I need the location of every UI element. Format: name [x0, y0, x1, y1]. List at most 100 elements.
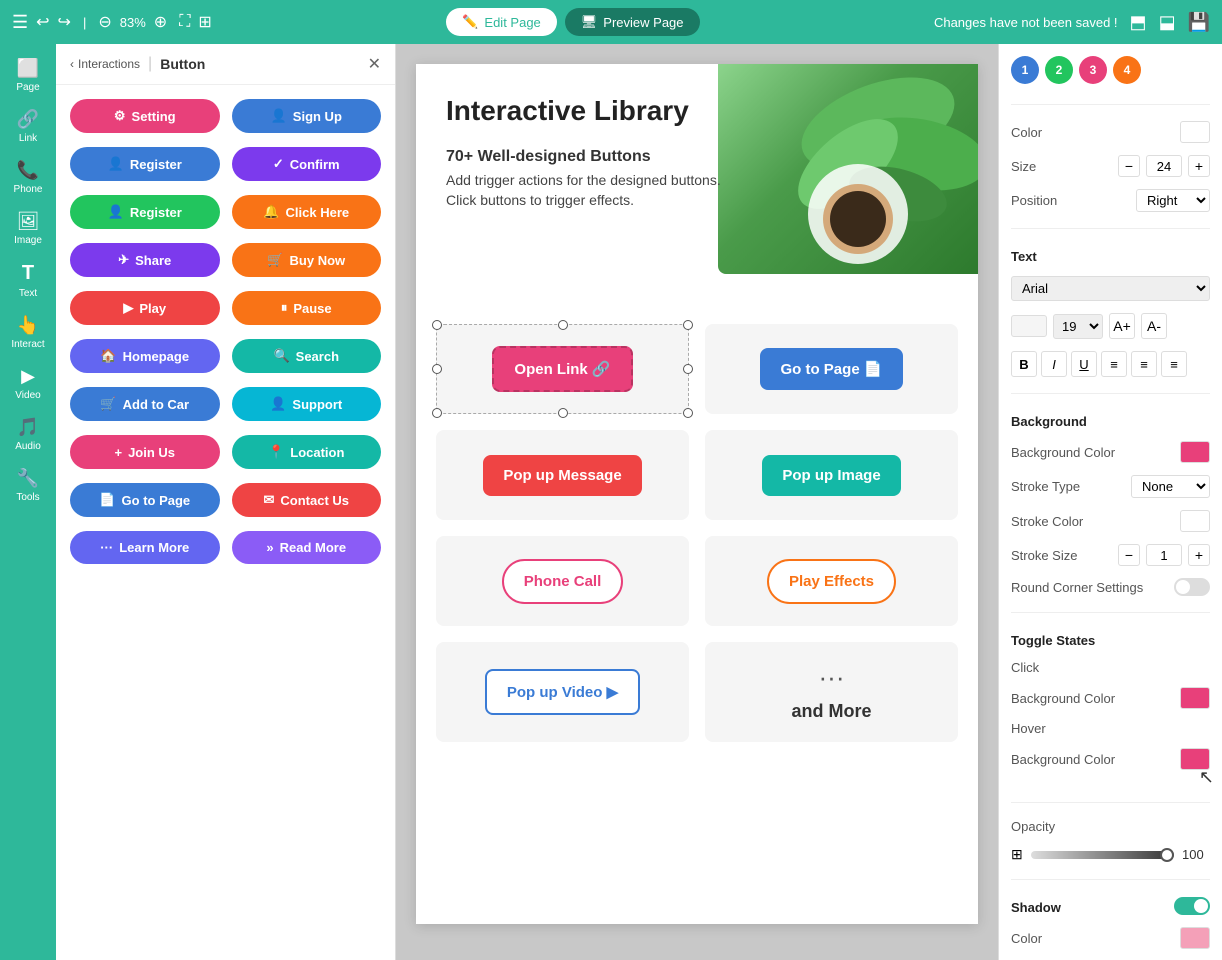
- avatar-2: 2: [1045, 56, 1073, 84]
- preview-page-button[interactable]: 🖥 Preview Page: [565, 8, 700, 36]
- bold-button[interactable]: B: [1011, 351, 1037, 377]
- stroke-increase-button[interactable]: +: [1188, 544, 1210, 566]
- sign-up-button[interactable]: 👤 Sign Up: [232, 99, 382, 133]
- panel-close-button[interactable]: ✕: [368, 54, 381, 74]
- size-decrease-button[interactable]: −: [1118, 155, 1140, 177]
- register-button-1[interactable]: 👤 Register: [70, 147, 220, 181]
- sidebar-item-interact[interactable]: 👆 Interact: [3, 309, 53, 356]
- opacity-knob[interactable]: [1160, 848, 1174, 862]
- sidebar-item-link[interactable]: 🔗 Link: [3, 103, 53, 150]
- shadow-toggle[interactable]: [1174, 897, 1210, 915]
- panel-btn-row-8: + Join Us 📍 Location: [70, 435, 381, 469]
- divider-6: [1011, 879, 1210, 880]
- dots-icon: ···: [819, 662, 845, 693]
- search-button[interactable]: 🔍 Search: [232, 339, 382, 373]
- panel-button-list: ⚙ Setting 👤 Sign Up 👤 Register ✓ Confirm…: [56, 85, 395, 960]
- zoom-in-icon[interactable]: ⊕: [154, 12, 167, 32]
- join-us-button[interactable]: + Join Us: [70, 435, 220, 469]
- bg-color-swatch[interactable]: [1180, 441, 1210, 463]
- opacity-slider-row: ⊞ 100: [1011, 846, 1210, 863]
- stroke-size-input[interactable]: [1146, 544, 1182, 566]
- font-increase-button[interactable]: A+: [1109, 313, 1135, 339]
- hamburger-icon[interactable]: ☰: [12, 12, 28, 33]
- divider-1: [1011, 104, 1210, 105]
- read-more-button[interactable]: » Read More: [232, 531, 382, 564]
- homepage-button[interactable]: 🏠 Homepage: [70, 339, 220, 373]
- click-here-button[interactable]: 🔔 Click Here: [232, 195, 382, 229]
- stroke-color-swatch[interactable]: [1180, 510, 1210, 532]
- font-size-select[interactable]: 19 18 20: [1053, 314, 1103, 339]
- play-effects-canvas-button[interactable]: Play Effects: [767, 559, 896, 604]
- popup-video-canvas-button[interactable]: Pop up Video ▶: [485, 669, 640, 715]
- contact-us-button[interactable]: ✉ Contact Us: [232, 483, 382, 517]
- layout-icon[interactable]: ⊞: [198, 12, 211, 32]
- sidebar-item-tools[interactable]: 🔧 Tools: [3, 462, 53, 509]
- popup-image-canvas-button[interactable]: Pop up Image: [762, 455, 900, 496]
- underline-button[interactable]: U: [1071, 351, 1097, 377]
- shadow-color-swatch[interactable]: [1180, 927, 1210, 949]
- play-button[interactable]: ▶ Play: [70, 291, 220, 325]
- opacity-row-label: Opacity: [1011, 819, 1210, 834]
- goto-page-cell: Go to Page 📄: [705, 324, 958, 414]
- color-swatch[interactable]: [1180, 121, 1210, 143]
- buy-now-button[interactable]: 🛒 Buy Now: [232, 243, 382, 277]
- align-center-button[interactable]: ≡: [1131, 351, 1157, 377]
- stroke-decrease-button[interactable]: −: [1118, 544, 1140, 566]
- panel-btn-row-1: ⚙ Setting 👤 Sign Up: [70, 99, 381, 133]
- goto-page-canvas-button[interactable]: Go to Page 📄: [760, 348, 902, 390]
- setting-button[interactable]: ⚙ Setting: [70, 99, 220, 133]
- redo-button[interactable]: ↪: [58, 12, 71, 32]
- font-row: Arial Helvetica: [1011, 276, 1210, 301]
- hover-label: Hover: [1011, 721, 1210, 736]
- share-button[interactable]: ✈ Share: [70, 243, 220, 277]
- canvas-page[interactable]: Interactive Library 70+ Well-designed Bu…: [416, 64, 978, 924]
- size-increase-button[interactable]: +: [1188, 155, 1210, 177]
- sidebar-item-phone[interactable]: 📞 Phone: [3, 154, 53, 201]
- size-row: Size − +: [1011, 155, 1210, 177]
- add-to-cart-button[interactable]: 🛒 Add to Car: [70, 387, 220, 421]
- align-right-button[interactable]: ≡: [1161, 351, 1187, 377]
- edit-page-button[interactable]: ✏️ Edit Page: [446, 8, 557, 36]
- learn-more-button[interactable]: ··· Learn More: [70, 531, 220, 564]
- sidebar-item-page[interactable]: ⬜ Page: [3, 52, 53, 99]
- fullscreen-icon[interactable]: ⛶: [179, 13, 190, 31]
- go-to-page-button[interactable]: 📄 Go to Page: [70, 483, 220, 517]
- size-input[interactable]: [1146, 155, 1182, 177]
- pause-button[interactable]: ⏸ Pause: [232, 291, 382, 325]
- right-panel: 1 2 3 4 Color Size − + Position Right Le…: [998, 44, 1222, 960]
- confirm-button[interactable]: ✓ Confirm: [232, 147, 382, 181]
- click-bg-color-row: Background Color: [1011, 687, 1210, 709]
- canvas-area: Interactive Library 70+ Well-designed Bu…: [396, 44, 998, 960]
- zoom-out-icon[interactable]: ⊖: [98, 12, 111, 32]
- panel-back-button[interactable]: ‹ Interactions: [70, 57, 140, 71]
- popup-message-canvas-button[interactable]: Pop up Message: [483, 455, 641, 496]
- sidebar-item-text[interactable]: T Text: [3, 256, 53, 305]
- export-icon[interactable]: ⬓: [1159, 12, 1176, 33]
- divider-4: [1011, 612, 1210, 613]
- italic-button[interactable]: I: [1041, 351, 1067, 377]
- sidebar-item-audio[interactable]: 🎵 Audio: [3, 411, 53, 458]
- font-family-select[interactable]: Arial Helvetica: [1011, 276, 1210, 301]
- panel-btn-row-2: 👤 Register ✓ Confirm: [70, 147, 381, 181]
- sidebar-item-video[interactable]: ▶ Video: [3, 360, 53, 407]
- share-icon[interactable]: ⬒: [1130, 12, 1147, 33]
- undo-button[interactable]: ↩: [36, 12, 49, 32]
- open-link-canvas-button[interactable]: Open Link 🔗: [492, 346, 632, 392]
- save-icon[interactable]: 💾: [1188, 12, 1210, 33]
- opacity-track[interactable]: [1031, 851, 1174, 859]
- register-button-2[interactable]: 👤 Register: [70, 195, 220, 229]
- location-button[interactable]: 📍 Location: [232, 435, 382, 469]
- support-button[interactable]: 👤 Support: [232, 387, 382, 421]
- click-bg-swatch[interactable]: [1180, 687, 1210, 709]
- panel-btn-row-6: 🏠 Homepage 🔍 Search: [70, 339, 381, 373]
- phone-call-canvas-button[interactable]: Phone Call: [502, 559, 624, 604]
- round-corner-toggle[interactable]: [1174, 578, 1210, 596]
- opacity-value: 100: [1182, 847, 1210, 862]
- position-select[interactable]: Right Left Center: [1136, 189, 1210, 212]
- font-color-swatch[interactable]: [1011, 315, 1047, 337]
- stroke-type-select[interactable]: None Solid Dashed: [1131, 475, 1210, 498]
- position-label: Position: [1011, 193, 1057, 208]
- align-left-button[interactable]: ≡: [1101, 351, 1127, 377]
- sidebar-item-image[interactable]: 🖼 Image: [3, 205, 53, 252]
- font-decrease-button[interactable]: A-: [1141, 313, 1167, 339]
